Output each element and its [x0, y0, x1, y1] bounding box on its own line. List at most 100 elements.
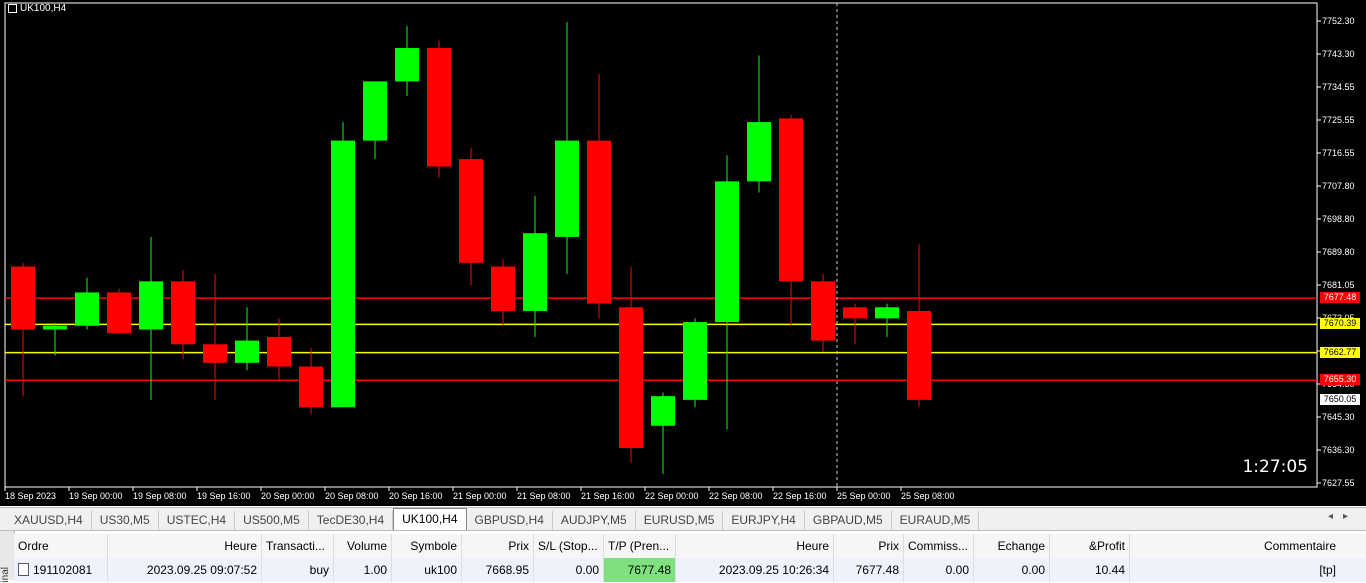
price-chart[interactable]: 7752.30 7743.30 7734.55 7725.55 7716.55 7707.… [0, 0, 1366, 506]
candle-body[interactable] [363, 81, 387, 141]
price-axis-label: 7645.30 [1322, 412, 1355, 422]
price-tag: 7670.39 [1320, 318, 1360, 330]
col-symbole[interactable]: Symbole [392, 534, 462, 558]
cell-symbole: uk100 [392, 558, 462, 582]
candle-body[interactable] [683, 322, 707, 400]
candle-body[interactable] [331, 140, 355, 408]
candle-body[interactable] [107, 292, 131, 334]
time-axis-label: 18 Sep 2023 [5, 491, 56, 501]
tab-audjpy[interactable]: AUDJPY,M5 [553, 511, 636, 530]
price-axis-label: 7681.05 [1322, 280, 1355, 290]
candle-body[interactable] [715, 181, 739, 323]
candle-body[interactable] [43, 325, 67, 330]
price-tag: 7662.77 [1320, 346, 1360, 358]
cell-tp: 7677.48 [604, 558, 676, 582]
col-echange[interactable]: Echange [974, 534, 1050, 558]
window-menu-icon[interactable] [8, 4, 17, 13]
candle-body[interactable] [491, 266, 515, 311]
tab-xauusd[interactable]: XAUUSD,H4 [6, 511, 92, 530]
candle-body[interactable] [651, 396, 675, 426]
price-axis-label: 7725.55 [1322, 115, 1355, 125]
cell-transaction: buy [262, 558, 334, 582]
time-axis-label: 25 Sep 00:00 [837, 491, 891, 501]
candle-body[interactable] [555, 140, 579, 237]
time-axis-label: 20 Sep 00:00 [261, 491, 315, 501]
tab-us500[interactable]: US500,M5 [235, 511, 309, 530]
cell-heure-close: 2023.09.25 10:26:34 [676, 558, 834, 582]
col-sl[interactable]: S/L (Stop... [534, 534, 604, 558]
candle-body[interactable] [299, 366, 323, 408]
candle-body[interactable] [267, 336, 291, 367]
price-tag: 7677.48 [1320, 292, 1360, 304]
candle-body[interactable] [395, 48, 419, 82]
candle-body[interactable] [619, 307, 643, 449]
tab-tecde30[interactable]: TecDE30,H4 [309, 511, 394, 530]
cell-ordre: 191102081 [14, 558, 108, 582]
cell-echange: 0.00 [974, 558, 1050, 582]
bar-countdown: 1:27:05 [1242, 457, 1308, 477]
candle-body[interactable] [747, 122, 771, 182]
tab-eurjpy[interactable]: EURJPY,H4 [723, 511, 805, 530]
tab-eurusd[interactable]: EURUSD,M5 [636, 511, 724, 530]
symbol-label: UK100,H4 [20, 3, 67, 14]
col-transaction[interactable]: Transacti... [262, 534, 334, 558]
tab-euraud[interactable]: EURAUD,M5 [892, 511, 980, 530]
col-prix-close[interactable]: Prix [834, 534, 904, 558]
chart-symbol-title: UK100,H4 [8, 3, 66, 14]
price-axis-label: 7707.80 [1322, 181, 1355, 191]
scroll-right-icon[interactable]: ▸ [1343, 511, 1358, 522]
cell-heure-open: 2023.09.25 09:07:52 [108, 558, 262, 582]
tab-ustec[interactable]: USTEC,H4 [159, 511, 236, 530]
candle-body[interactable] [523, 233, 547, 311]
candle-body[interactable] [843, 307, 867, 319]
cell-commentaire: [tp] [1319, 563, 1336, 577]
col-ordre[interactable]: Ordre [14, 534, 108, 558]
col-tp[interactable]: T/P (Pren... [604, 534, 676, 558]
candle-body[interactable] [203, 344, 227, 363]
time-axis-label: 25 Sep 08:00 [901, 491, 955, 501]
tab-us30[interactable]: US30,M5 [92, 511, 159, 530]
cell-volume: 1.00 [334, 558, 392, 582]
table-row[interactable]: 191102081 2023.09.25 09:07:52 buy 1.00 u… [14, 558, 1366, 582]
cell-prix-open: 7668.95 [462, 558, 534, 582]
candle-body[interactable] [427, 48, 451, 167]
candlestick-chart[interactable]: 7752.30 7743.30 7734.55 7725.55 7716.55 7707.… [0, 0, 1366, 506]
col-heure-close[interactable]: Heure [676, 534, 834, 558]
candle-body[interactable] [171, 281, 195, 345]
price-axis-label: 7743.30 [1322, 49, 1355, 59]
time-axis-label: 21 Sep 08:00 [517, 491, 571, 501]
price-axis-label: 7752.30 [1322, 16, 1355, 26]
col-prix-open[interactable]: Prix [462, 534, 534, 558]
tab-uk100[interactable]: UK100,H4 [393, 508, 467, 530]
tab-scroll-arrows[interactable]: ◂▸ [1328, 511, 1358, 522]
candle-body[interactable] [875, 307, 899, 319]
col-profit[interactable]: &Profit [1050, 534, 1130, 558]
candle-body[interactable] [75, 292, 99, 326]
price-axis-label: 7636.30 [1322, 445, 1355, 455]
document-icon [18, 563, 29, 576]
price-tag: 7655.30 [1320, 374, 1360, 386]
candle-body[interactable] [907, 310, 931, 400]
candle-body[interactable] [235, 340, 259, 363]
col-volume[interactable]: Volume [334, 534, 392, 558]
scroll-left-icon[interactable]: ◂ [1328, 511, 1343, 522]
tab-gbpaud[interactable]: GBPAUD,M5 [805, 511, 892, 530]
col-commentaire[interactable]: Commentaire [1130, 534, 1340, 558]
time-axis-label: 21 Sep 00:00 [453, 491, 507, 501]
candle-body[interactable] [779, 118, 803, 282]
price-tag: 7650.05 [1320, 393, 1360, 405]
candle-body[interactable] [811, 281, 835, 341]
candle-body[interactable] [139, 281, 163, 330]
candle-body[interactable] [11, 266, 35, 330]
col-commission[interactable]: Commiss... [904, 534, 974, 558]
col-heure-open[interactable]: Heure [108, 534, 262, 558]
tab-gbpusd[interactable]: GBPUSD,H4 [467, 511, 553, 530]
cell-prix-close: 7677.48 [834, 558, 904, 582]
price-axis-label: 7734.55 [1322, 82, 1355, 92]
price-axis-label: 7627.55 [1322, 478, 1355, 488]
candle-body[interactable] [587, 140, 611, 304]
terminal-panel: inal Ordre Heure Transacti... Volume Sym… [0, 531, 1366, 583]
candle-body[interactable] [459, 159, 483, 263]
time-axis-label: 22 Sep 16:00 [773, 491, 827, 501]
time-axis-label: 22 Sep 00:00 [645, 491, 699, 501]
